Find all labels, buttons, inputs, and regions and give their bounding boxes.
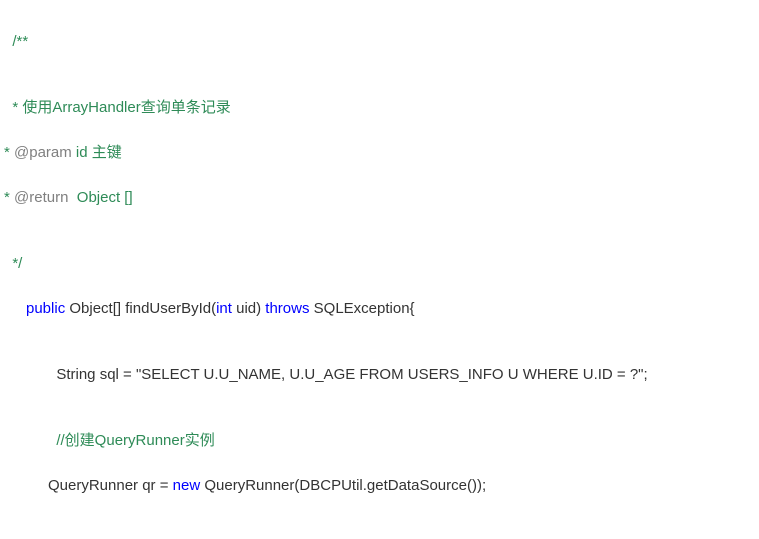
code-line-1: /** [4, 10, 755, 52]
comment-prefix: * [4, 144, 14, 161]
code-line-5: */ [4, 232, 755, 274]
method-signature-part2: uid) [232, 300, 265, 317]
code-part1: QueryRunner qr = [48, 477, 173, 494]
keyword-new: new [173, 477, 201, 494]
comment-prefix: * [4, 189, 14, 206]
code-line-4: * @return Object [] [4, 187, 755, 208]
method-signature-part3: SQLException{ [309, 300, 414, 317]
sql-statement: String sql = "SELECT U.U_NAME, U.U_AGE F… [56, 366, 647, 383]
keyword-public: public [26, 300, 65, 317]
keyword-throws: throws [265, 300, 309, 317]
comment-start: /** [12, 33, 28, 50]
inline-comment: //创建QueryRunner实例 [56, 432, 214, 449]
keyword-int: int [216, 300, 232, 317]
code-part2: QueryRunner(DBCPUtil.getDataSource()); [200, 477, 486, 494]
code-line-7: String sql = "SELECT U.U_NAME, U.U_AGE F… [4, 343, 755, 385]
comment-text: * 使用ArrayHandler查询单条记录 [12, 99, 230, 116]
javadoc-param-tag: @param [14, 144, 72, 161]
return-description: Object [] [68, 189, 132, 206]
javadoc-return-tag: @return [14, 189, 68, 206]
code-line-3: * @param id 主键 [4, 142, 755, 163]
param-description: id 主键 [72, 144, 122, 161]
code-line-9: QueryRunner qr = new QueryRunner(DBCPUti… [4, 475, 755, 496]
code-line-8: //创建QueryRunner实例 [4, 409, 755, 451]
method-signature-part1: Object[] findUserById( [65, 300, 216, 317]
comment-end: */ [12, 255, 22, 272]
code-line-6: public Object[] findUserById(int uid) th… [4, 298, 755, 319]
code-line-2: * 使用ArrayHandler查询单条记录 [4, 76, 755, 118]
